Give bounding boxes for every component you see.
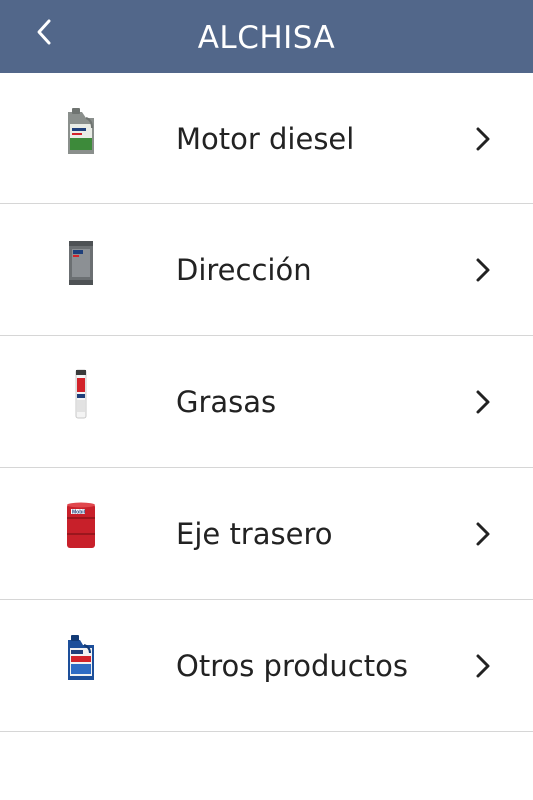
chevron-right-icon — [473, 255, 493, 285]
oil-drum-icon: Mobil — [55, 498, 107, 554]
list-item-direccion[interactable]: Dirección — [0, 204, 533, 336]
chevron-right-icon — [473, 387, 493, 417]
coolant-jug-icon — [55, 630, 107, 686]
svg-text:Mobil: Mobil — [72, 510, 86, 516]
header-bar: ALCHISA — [0, 0, 533, 73]
list-item-otros-productos[interactable]: Otros productos — [0, 600, 533, 732]
oil-can-icon — [55, 234, 107, 290]
list-item-label: Eje trasero — [176, 517, 333, 551]
chevron-right-icon — [473, 651, 493, 681]
list-item-label: Otros productos — [176, 649, 408, 683]
chevron-right-icon — [473, 519, 493, 549]
app-screen: ALCHISA Motor diesel Dirección Grasas Mo… — [0, 0, 533, 800]
list-item-label: Dirección — [176, 253, 312, 287]
list-item-label: Motor diesel — [176, 122, 355, 156]
grease-cartridge-icon — [55, 366, 107, 422]
list-item-motor-diesel[interactable]: Motor diesel — [0, 73, 533, 204]
category-list: Motor diesel Dirección Grasas Mobil Eje … — [0, 73, 533, 732]
chevron-right-icon — [473, 124, 493, 154]
chevron-left-icon — [37, 19, 51, 45]
page-title: ALCHISA — [197, 20, 336, 56]
list-item-grasas[interactable]: Grasas — [0, 336, 533, 468]
back-button[interactable] — [28, 14, 60, 50]
list-item-label: Grasas — [176, 385, 277, 419]
motor-oil-jug-icon — [55, 103, 107, 159]
list-item-eje-trasero[interactable]: Mobil Eje trasero — [0, 468, 533, 600]
